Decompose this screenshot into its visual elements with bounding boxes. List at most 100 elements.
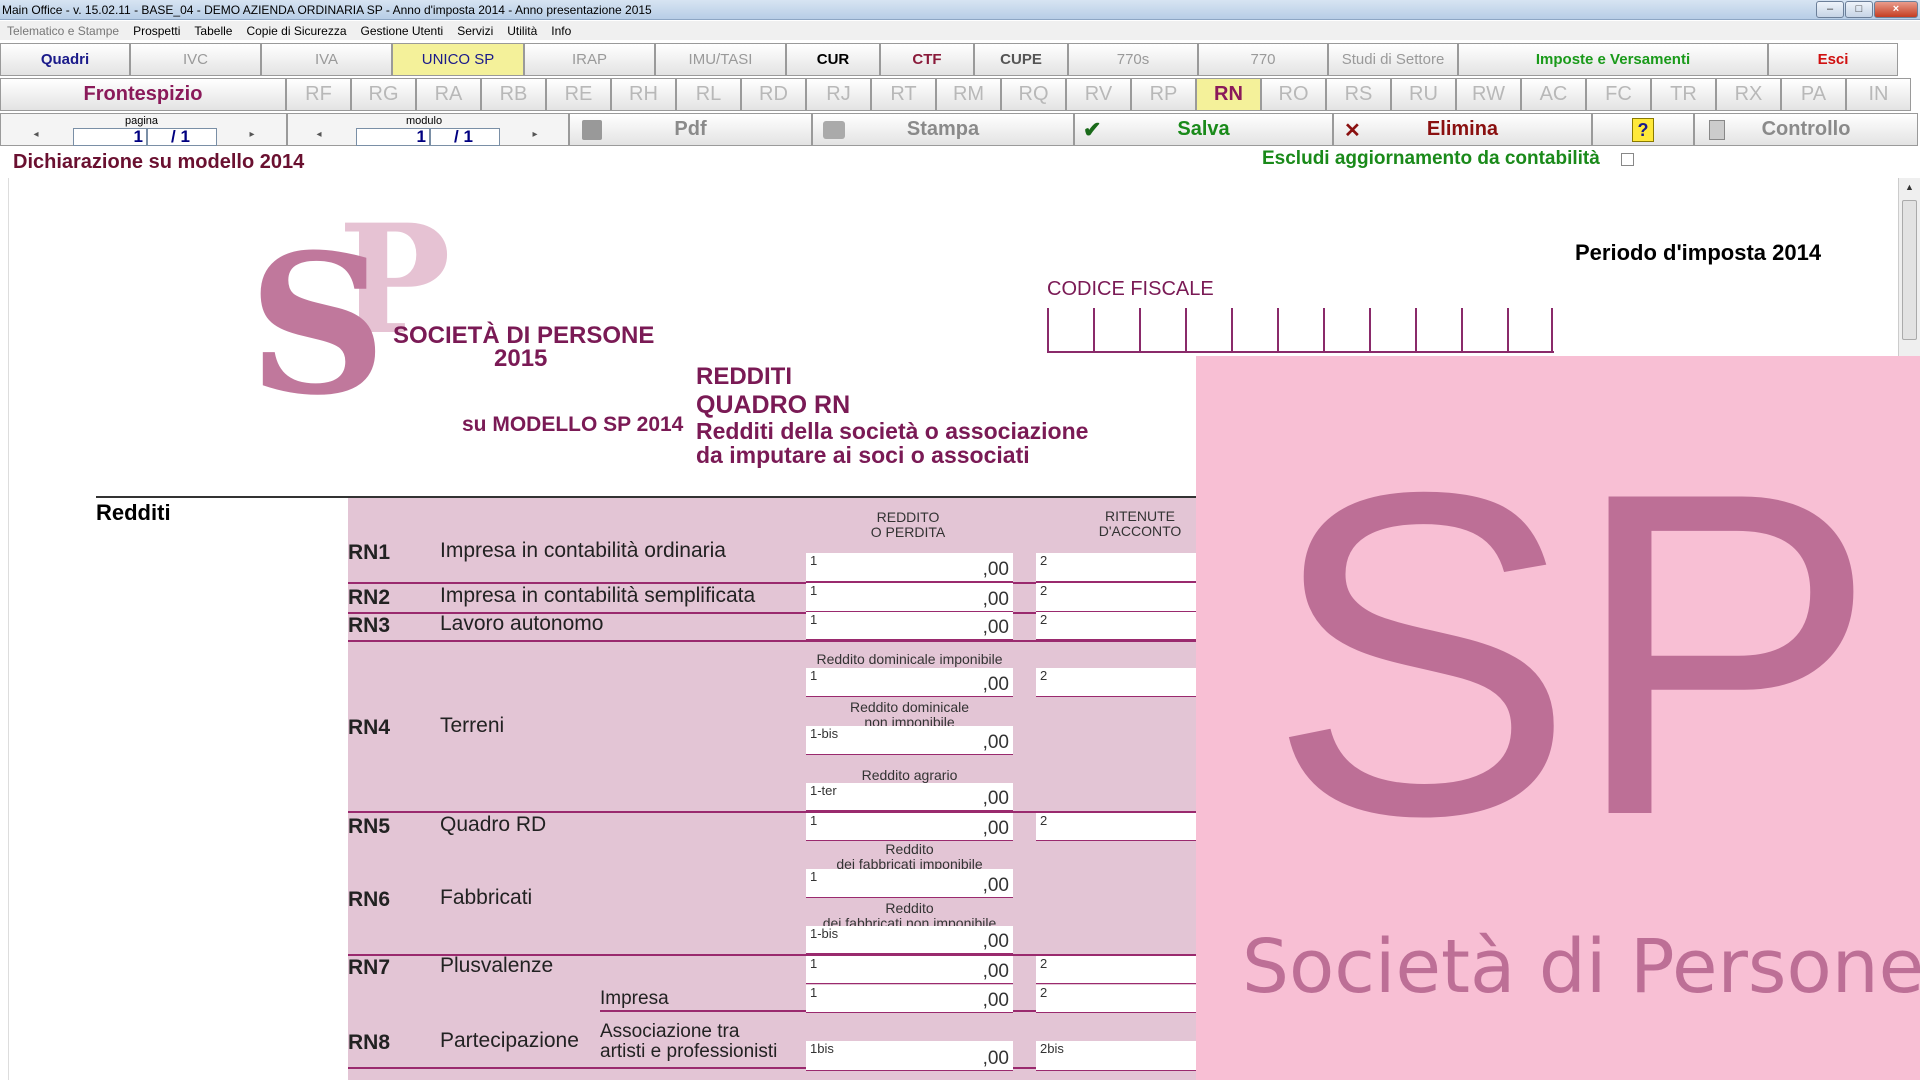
menu-item[interactable]: Servizi	[450, 21, 500, 40]
toolbar-button[interactable]: Quadri	[0, 43, 130, 76]
toolbar-button[interactable]: 770s	[1068, 43, 1198, 76]
salva-button[interactable]: ✔ Salva	[1074, 113, 1333, 146]
exclude-checkbox[interactable]	[1621, 153, 1634, 166]
pagina-prev-arrow-icon[interactable]: ◂	[29, 129, 43, 143]
quadro-button-in[interactable]: IN	[1846, 78, 1911, 111]
stampa-button[interactable]: Stampa	[812, 113, 1074, 146]
reddito-input[interactable]: 1,00	[806, 985, 1013, 1013]
quadro-button-rg[interactable]: RG	[351, 78, 416, 111]
codice-fiscale-field[interactable]	[1047, 308, 1554, 353]
ritenute-input[interactable]: 2	[1036, 612, 1196, 640]
reddito-input[interactable]: 1bis ,00	[806, 1041, 1013, 1071]
rn4-label-2: Reddito dominicale non imponibile	[849, 699, 970, 730]
quadro-button-rl[interactable]: RL	[676, 78, 741, 111]
ritenute-input[interactable]: 2	[1036, 668, 1196, 697]
elimina-button[interactable]: ✕ Elimina	[1333, 113, 1592, 146]
quadro-button-rn[interactable]: RN	[1196, 78, 1261, 111]
reddito-input[interactable]: 1-bis ,00	[806, 926, 1013, 954]
toolbar-button[interactable]: IMU/TASI	[655, 43, 786, 76]
quadro-button-rq[interactable]: RQ	[1001, 78, 1066, 111]
box-number: 2	[1040, 668, 1048, 683]
ritenute-input[interactable]: 2	[1036, 813, 1196, 841]
quadro-button-re[interactable]: RE	[546, 78, 611, 111]
quadro-button-rj[interactable]: RJ	[806, 78, 871, 111]
modulo-input[interactable]: 1	[356, 128, 430, 146]
rn4-label-3: Reddito agrario	[861, 767, 958, 783]
stampa-label: Stampa	[906, 118, 980, 140]
salva-label: Salva	[1177, 118, 1230, 140]
maximize-button[interactable]: □	[1845, 1, 1873, 18]
reddito-input[interactable]: 1,00	[806, 612, 1013, 640]
toolbar-button[interactable]: Imposte e Versamenti	[1458, 43, 1768, 76]
quadro-button-pa[interactable]: PA	[1781, 78, 1846, 111]
ritenute-input[interactable]: 2	[1036, 985, 1196, 1013]
quadro-button-ro[interactable]: RO	[1261, 78, 1326, 111]
reddito-input[interactable]: 1,00	[806, 668, 1013, 697]
window-title: Main Office - v. 15.02.11 - BASE_04 - DE…	[2, 3, 652, 17]
ritenute-input[interactable]: 2	[1036, 553, 1196, 582]
toolbar-button[interactable]: IRAP	[524, 43, 655, 76]
reddito-input[interactable]: 1,00	[806, 553, 1013, 582]
modulo-next-arrow-icon[interactable]: ▸	[528, 129, 542, 143]
toolbar-button[interactable]: Esci	[1768, 43, 1898, 76]
scroll-up-arrow-icon[interactable]: ▲	[1899, 178, 1920, 196]
toolbar-button[interactable]: IVA	[261, 43, 392, 76]
menu-item[interactable]: Info	[544, 21, 578, 40]
quadro-button-tr[interactable]: TR	[1651, 78, 1716, 111]
quadro-button-rv[interactable]: RV	[1066, 78, 1131, 111]
pagina-next-arrow-icon[interactable]: ▸	[245, 129, 259, 143]
section-label: Redditi	[96, 500, 171, 525]
quadro-button-rx[interactable]: RX	[1716, 78, 1781, 111]
controllo-button[interactable]: Controllo	[1694, 113, 1918, 146]
col-header-reddito: REDDITO O PERDITA	[870, 509, 946, 540]
frontespizio-button[interactable]: Frontespizio	[0, 78, 286, 111]
quadro-button-rd[interactable]: RD	[741, 78, 806, 111]
toolbar-button[interactable]: IVC	[130, 43, 261, 76]
modulo-navigator: modulo ◂ 1 / 1 ▸	[287, 113, 569, 146]
ritenute-input[interactable]: 2	[1036, 583, 1196, 612]
box-number: 1	[810, 612, 818, 627]
menu-item[interactable]: Telematico e Stampe	[0, 21, 126, 40]
toolbar-button[interactable]: CUPE	[974, 43, 1068, 76]
pagina-input[interactable]: 1	[73, 128, 147, 146]
reddito-input[interactable]: 1-ter ,00	[806, 783, 1013, 811]
toolbar-button[interactable]: 770	[1198, 43, 1328, 76]
toolbar-button[interactable]: CTF	[880, 43, 974, 76]
help-button[interactable]: ?	[1592, 113, 1694, 146]
close-button[interactable]: ×	[1874, 1, 1918, 18]
menu-item[interactable]: Gestione Utenti	[354, 21, 451, 40]
quadro-button-ru[interactable]: RU	[1391, 78, 1456, 111]
minimize-button[interactable]: –	[1816, 1, 1844, 18]
ritenute-input[interactable]: 2bis	[1036, 1041, 1196, 1071]
quadro-button-rm[interactable]: RM	[936, 78, 1001, 111]
menu-bar: Telematico e Stampe Prospetti Tabelle Copie…	[0, 21, 1920, 40]
quadro-button-rp[interactable]: RP	[1131, 78, 1196, 111]
quadro-button-rw[interactable]: RW	[1456, 78, 1521, 111]
ritenute-input[interactable]: 2	[1036, 956, 1196, 984]
menu-item[interactable]: Copie di Sicurezza	[239, 21, 353, 40]
quadro-button-rt[interactable]: RT	[871, 78, 936, 111]
menu-item[interactable]: Prospetti	[126, 21, 187, 40]
reddito-input[interactable]: 1,00	[806, 583, 1013, 612]
quadro-button-rb[interactable]: RB	[481, 78, 546, 111]
toolbar-button[interactable]: UNICO SP	[392, 43, 524, 76]
toolbar-button[interactable]: CUR	[786, 43, 880, 76]
quadro-button-ac[interactable]: AC	[1521, 78, 1586, 111]
menu-item[interactable]: Utilità	[500, 21, 544, 40]
reddito-input[interactable]: 1,00	[806, 869, 1013, 898]
scroll-thumb[interactable]	[1902, 200, 1917, 340]
modulo-prev-arrow-icon[interactable]: ◂	[312, 129, 326, 143]
quadro-button-ra[interactable]: RA	[416, 78, 481, 111]
quadro-button-fc[interactable]: FC	[1586, 78, 1651, 111]
quadro-button-rh[interactable]: RH	[611, 78, 676, 111]
reddito-input[interactable]: 1-bis ,00	[806, 726, 1013, 755]
box-number: 2	[1040, 553, 1048, 568]
pdf-button[interactable]: Pdf	[569, 113, 812, 146]
quadro-button-rs[interactable]: RS	[1326, 78, 1391, 111]
reddito-input[interactable]: 1,00	[806, 813, 1013, 841]
toolbar-button[interactable]: Studi di Settore	[1328, 43, 1458, 76]
rn8-sub-impresa: Impresa	[600, 988, 669, 1009]
quadro-button-rf[interactable]: RF	[286, 78, 351, 111]
reddito-input[interactable]: 1,00	[806, 956, 1013, 984]
menu-item[interactable]: Tabelle	[187, 21, 239, 40]
